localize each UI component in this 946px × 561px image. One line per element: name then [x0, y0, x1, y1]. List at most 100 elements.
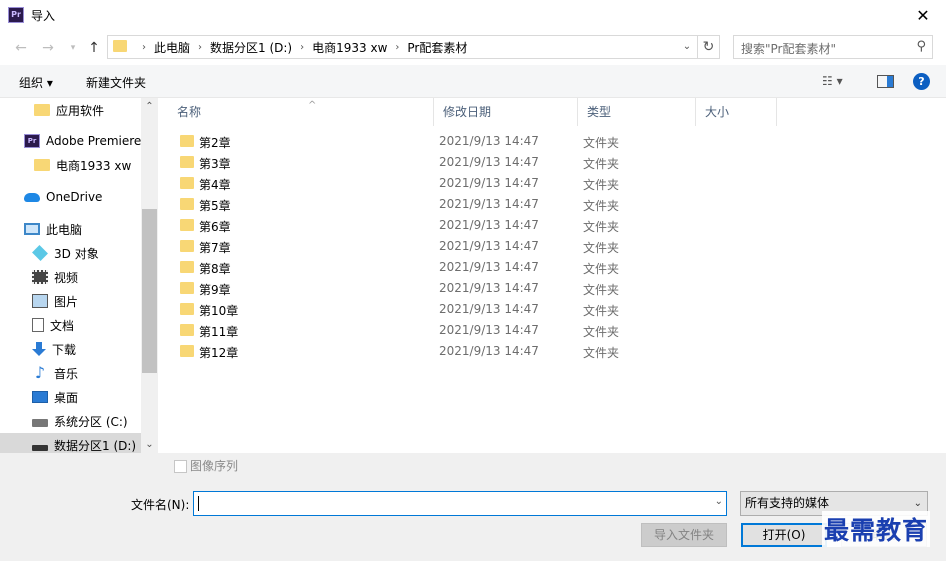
filename-input[interactable]: ⌄	[193, 491, 727, 516]
sidebar-item[interactable]: 应用软件	[0, 98, 141, 122]
file-name: 第10章	[199, 304, 239, 318]
sidebar-item[interactable]: 3D 对象	[0, 241, 141, 265]
recent-locations-chevron-icon[interactable]: ▾	[64, 39, 82, 57]
file-row[interactable]: 第8章 2021/9/13 14:47 文件夹	[168, 257, 768, 278]
scroll-up-icon[interactable]: ⌃	[141, 98, 158, 115]
sidebar-item-label: 下载	[52, 342, 77, 357]
sidebar-item[interactable]: OneDrive	[0, 185, 141, 209]
breadcrumb-separator-icon[interactable]: ›	[395, 42, 399, 53]
folder-icon	[180, 324, 194, 336]
sidebar-item-label: 视频	[54, 270, 79, 285]
file-row[interactable]: 第7章 2021/9/13 14:47 文件夹	[168, 236, 768, 257]
file-row[interactable]: 第2章 2021/9/13 14:47 文件夹	[168, 131, 768, 152]
folder-icon	[34, 159, 50, 171]
file-row[interactable]: 第5章 2021/9/13 14:47 文件夹	[168, 194, 768, 215]
sidebar-item-label: 文档	[50, 318, 75, 333]
sidebar-item[interactable]: 下载	[0, 337, 141, 361]
column-header-name[interactable]: 名称 ^	[168, 98, 434, 126]
search-input[interactable]: 搜索"Pr配套素材" ⚲	[733, 35, 933, 59]
file-type: 文件夹	[583, 178, 620, 192]
view-options-icon[interactable]: ☷ ▾	[822, 74, 843, 88]
file-name: 第4章	[199, 178, 231, 192]
sidebar-item[interactable]: ♪ 音乐	[0, 361, 141, 385]
refresh-button[interactable]: ↻	[698, 35, 720, 59]
folder-icon	[180, 219, 194, 231]
file-row[interactable]: 第11章 2021/9/13 14:47 文件夹	[168, 320, 768, 341]
folder-icon	[180, 261, 194, 273]
sidebar-item[interactable]: 图片	[0, 289, 141, 313]
file-row[interactable]: 第12章 2021/9/13 14:47 文件夹	[168, 341, 768, 362]
help-icon[interactable]: ?	[913, 73, 930, 90]
file-date: 2021/9/13 14:47	[439, 302, 539, 316]
file-row[interactable]: 第3章 2021/9/13 14:47 文件夹	[168, 152, 768, 173]
sidebar-item-label: Adobe Premiere	[46, 134, 142, 148]
file-row[interactable]: 第4章 2021/9/13 14:47 文件夹	[168, 173, 768, 194]
up-arrow-icon[interactable]: ↑	[85, 39, 103, 57]
import-folder-button[interactable]: 导入文件夹	[641, 523, 727, 547]
sidebar-item[interactable]: 数据分区1 (D:)	[0, 433, 141, 453]
sidebar-item-label: 桌面	[54, 390, 79, 405]
breadcrumb-item[interactable]: Pr配套素材	[407, 39, 467, 56]
breadcrumb-separator-icon[interactable]: ›	[142, 42, 146, 53]
scroll-thumb[interactable]	[142, 209, 157, 373]
documents-icon	[32, 318, 44, 332]
close-button[interactable]: ✕	[900, 0, 946, 31]
sidebar-item[interactable]: 视频	[0, 265, 141, 289]
file-date: 2021/9/13 14:47	[439, 134, 539, 148]
folder-icon	[180, 345, 194, 357]
sidebar-item-label: 系统分区 (C:)	[54, 414, 128, 429]
folder-icon	[180, 198, 194, 210]
file-type: 文件夹	[583, 220, 620, 234]
search-placeholder: 搜索"Pr配套素材"	[741, 42, 836, 56]
sidebar-item[interactable]: 此电脑	[0, 217, 141, 241]
file-row[interactable]: 第9章 2021/9/13 14:47 文件夹	[168, 278, 768, 299]
new-folder-button[interactable]: 新建文件夹	[86, 74, 146, 91]
breadcrumb-item[interactable]: 数据分区1 (D:)	[210, 39, 292, 56]
filename-dropdown-icon[interactable]: ⌄	[715, 496, 723, 507]
file-row[interactable]: 第6章 2021/9/13 14:47 文件夹	[168, 215, 768, 236]
title-bar: Pr 导入 ✕	[0, 0, 946, 31]
sidebar-item[interactable]: Pr Adobe Premiere	[0, 129, 141, 153]
breadcrumb-item[interactable]: 此电脑	[154, 39, 190, 56]
column-header-type[interactable]: 类型	[578, 98, 696, 126]
file-list: 名称 ^ 修改日期 类型 大小 第2章 2021/9/13 14:47 文件夹 第3章…	[158, 98, 946, 453]
breadcrumb: › 此电脑 › 数据分区1 (D:) › 电商1933 xw › Pr配套素材	[134, 36, 467, 58]
music-icon: ♪	[34, 363, 46, 382]
file-type: 文件夹	[583, 346, 620, 360]
navigation-pane: 应用软件 Pr Adobe Premiere 电商1933 xw OneDrive 此电脑…	[0, 98, 158, 453]
file-date: 2021/9/13 14:47	[439, 155, 539, 169]
breadcrumb-item[interactable]: 电商1933 xw	[312, 39, 387, 56]
file-type: 文件夹	[583, 136, 620, 150]
dialog-footer: 图像序列 文件名(N): ⌄ 所有支持的媒体 ⌄ 导入文件夹 打开(O) 取消 …	[0, 453, 946, 561]
address-bar[interactable]: › 此电脑 › 数据分区1 (D:) › 电商1933 xw › Pr配套素材 ⌄	[107, 35, 698, 59]
forward-arrow-icon[interactable]: →	[39, 39, 57, 57]
file-row[interactable]: 第10章 2021/9/13 14:47 文件夹	[168, 299, 768, 320]
sidebar-item-label: 3D 对象	[54, 246, 99, 261]
file-date: 2021/9/13 14:47	[439, 323, 539, 337]
breadcrumb-separator-icon[interactable]: ›	[198, 42, 202, 53]
pictures-icon	[32, 294, 48, 308]
sidebar-item-label: OneDrive	[46, 190, 103, 204]
back-arrow-icon[interactable]: ←	[12, 39, 30, 57]
scroll-down-icon[interactable]: ⌄	[141, 436, 158, 453]
file-type: 文件夹	[583, 199, 620, 213]
open-button[interactable]: 打开(O)	[741, 523, 827, 547]
sidebar-item-label: 应用软件	[56, 103, 105, 118]
download-icon	[32, 342, 46, 356]
image-sequence-checkbox[interactable]	[174, 460, 187, 473]
sidebar-scrollbar[interactable]: ⌃ ⌄	[141, 98, 158, 453]
preview-pane-icon[interactable]	[877, 75, 894, 88]
sidebar-item[interactable]: 桌面	[0, 385, 141, 409]
sidebar-item[interactable]: 电商1933 xw	[0, 153, 141, 177]
organize-menu[interactable]: 组织 ▾	[19, 74, 53, 91]
column-header-date[interactable]: 修改日期	[434, 98, 578, 126]
sidebar-item[interactable]: 文档	[0, 313, 141, 337]
column-header-size[interactable]: 大小	[696, 98, 777, 126]
file-type: 文件夹	[583, 304, 620, 318]
sidebar-item[interactable]: 系统分区 (C:)	[0, 409, 141, 433]
command-toolbar: 组织 ▾ 新建文件夹 ☷ ▾ ?	[0, 65, 946, 98]
window-title: 导入	[31, 9, 56, 23]
address-dropdown-icon[interactable]: ⌄	[680, 39, 694, 55]
breadcrumb-separator-icon[interactable]: ›	[300, 42, 304, 53]
premiere-icon: Pr	[24, 134, 40, 148]
